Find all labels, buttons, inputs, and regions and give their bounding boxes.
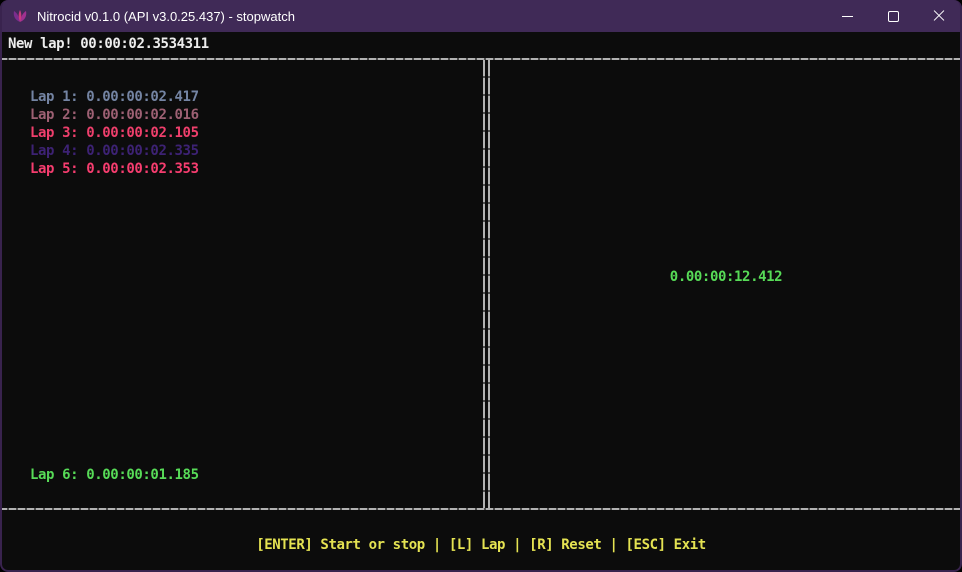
elapsed-time: 0.00:00:12.412 bbox=[490, 268, 962, 286]
stopwatch-screen: New lap! 00:00:02.3534311 Lap 1: 0.00:00… bbox=[0, 32, 962, 572]
lap-row: Lap 1: 0.00:00:02.417 bbox=[30, 88, 199, 106]
app-window: Nitrocid v0.1.0 (API v3.0.25.437) - stop… bbox=[0, 0, 962, 572]
window-title: Nitrocid v0.1.0 (API v3.0.25.437) - stop… bbox=[37, 9, 295, 24]
close-button[interactable] bbox=[916, 0, 962, 32]
panels-area: Lap 1: 0.00:00:02.417Lap 2: 0.00:00:02.0… bbox=[0, 60, 962, 508]
lap-list: Lap 1: 0.00:00:02.417Lap 2: 0.00:00:02.0… bbox=[30, 88, 199, 178]
lap-row: Lap 4: 0.00:00:02.335 bbox=[30, 142, 199, 160]
panel-divider-left bbox=[483, 60, 485, 508]
lap-row: Lap 2: 0.00:00:02.016 bbox=[30, 106, 199, 124]
titlebar: Nitrocid v0.1.0 (API v3.0.25.437) - stop… bbox=[0, 0, 962, 32]
nitrocid-logo-icon bbox=[12, 8, 28, 24]
lap-row: Lap 5: 0.00:00:02.353 bbox=[30, 160, 199, 178]
current-lap: Lap 6: 0.00:00:01.185 bbox=[30, 466, 199, 484]
lap-row: Lap 3: 0.00:00:02.105 bbox=[30, 124, 199, 142]
minimize-icon bbox=[842, 16, 853, 17]
maximize-icon bbox=[888, 11, 899, 22]
close-icon bbox=[933, 10, 945, 22]
window-controls bbox=[824, 0, 962, 32]
status-line: New lap! 00:00:02.3534311 bbox=[0, 32, 962, 58]
elapsed-panel: 0.00:00:12.412 bbox=[490, 60, 962, 508]
minimize-button[interactable] bbox=[824, 0, 870, 32]
laps-panel: Lap 1: 0.00:00:02.417Lap 2: 0.00:00:02.0… bbox=[0, 60, 483, 508]
keybindings-bar: [ENTER] Start or stop | [L] Lap | [R] Re… bbox=[0, 510, 962, 572]
maximize-button[interactable] bbox=[870, 0, 916, 32]
